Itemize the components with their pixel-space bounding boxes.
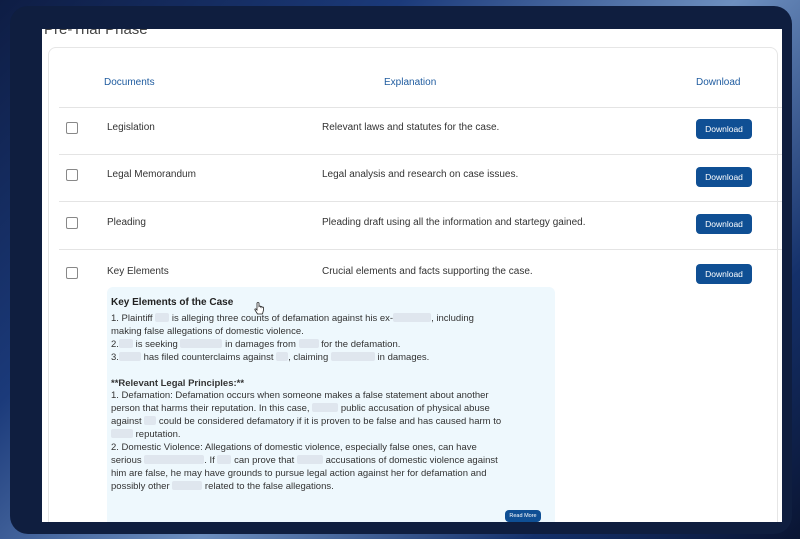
summary-line: 2. is seeking in damages from for the de… — [111, 338, 551, 352]
document-name: Legislation — [107, 122, 155, 133]
read-more-button[interactable]: Read More — [505, 510, 541, 522]
summary-line: making false allegations of domestic vio… — [111, 325, 304, 337]
summary-line: 3. has filed counterclaims against , cla… — [111, 351, 551, 365]
text: has filed counterclaims against — [143, 351, 274, 363]
summary-line: him are false, he may have grounds to pu… — [111, 467, 487, 479]
row-checkbox-key-elements[interactable] — [66, 267, 78, 279]
redacted-text — [144, 454, 205, 464]
text: , including — [431, 313, 474, 324]
text: 2. — [111, 338, 119, 350]
divider — [59, 107, 782, 108]
text: person that harms their reputation. In t… — [111, 403, 310, 415]
redacted-name — [312, 403, 339, 413]
column-header-documents: Documents — [104, 77, 155, 88]
text: serious — [111, 454, 142, 466]
redacted-name — [118, 351, 141, 361]
download-button-pleading[interactable]: Download — [696, 214, 752, 234]
documents-card: Documents Explanation Download Legislati… — [48, 47, 782, 522]
row-checkbox-legal-memorandum[interactable] — [66, 169, 78, 181]
redacted-amount — [330, 351, 375, 361]
document-explanation: Pleading draft using all the information… — [322, 217, 586, 228]
page: Pre-Trial Phase Documents Explanation Do… — [42, 29, 782, 522]
text: for the defamation. — [321, 338, 401, 350]
summary-line: serious . If can prove that accusations … — [111, 454, 551, 468]
document-name: Key Elements — [107, 266, 169, 277]
summary-line: 1. Plaintiff is alleging three counts of… — [111, 313, 551, 326]
text: , claiming — [288, 351, 329, 363]
download-button-legislation[interactable]: Download — [696, 119, 752, 139]
hand-cursor-icon — [254, 302, 264, 315]
text: accusations of domestic violence against — [325, 454, 498, 466]
divider — [59, 201, 782, 202]
text: is seeking — [135, 338, 178, 350]
redacted-name — [111, 429, 133, 439]
redacted-name — [217, 454, 232, 464]
download-button-legal-memorandum[interactable]: Download — [696, 167, 752, 187]
window-frame: Pre-Trial Phase Documents Explanation Do… — [10, 6, 792, 534]
redacted-name — [393, 313, 432, 322]
document-name: Legal Memorandum — [107, 169, 196, 180]
redacted-name — [298, 338, 319, 348]
text: is alleging three counts of defamation a… — [171, 313, 394, 324]
column-header-explanation: Explanation — [384, 77, 437, 88]
summary-line: against could be considered defamatory i… — [111, 416, 551, 429]
divider — [59, 249, 782, 250]
text: related to the false allegations. — [204, 480, 334, 492]
text: can prove that — [234, 454, 295, 466]
redacted-text — [172, 480, 203, 490]
redacted-name — [118, 338, 133, 348]
document-name: Pleading — [107, 217, 146, 228]
divider — [59, 154, 782, 155]
page-title: Pre-Trial Phase — [44, 29, 148, 38]
redacted-name — [144, 416, 157, 426]
document-explanation: Relevant laws and statutes for the case. — [322, 122, 500, 133]
summary-line: reputation. — [111, 429, 551, 442]
key-elements-summary-panel: Key Elements of the Case 1. Plaintiff is… — [107, 287, 555, 522]
text: possibly other — [111, 480, 170, 492]
text: . If — [204, 454, 215, 466]
summary-line: 2. Domestic Violence: Allegations of dom… — [111, 442, 477, 454]
redacted-name — [296, 454, 323, 464]
text: against — [111, 416, 142, 428]
row-checkbox-legislation[interactable] — [66, 122, 78, 134]
text: 1. Plaintiff — [111, 313, 153, 324]
download-button-key-elements[interactable]: Download — [696, 264, 752, 284]
principles-heading: **Relevant Legal Principles:** — [111, 377, 245, 389]
column-header-download: Download — [696, 77, 741, 88]
summary-text: 1. Plaintiff is alleging three counts of… — [111, 313, 551, 494]
text: could be considered defamatory if it is … — [158, 416, 502, 428]
redacted-amount — [180, 338, 223, 348]
summary-title: Key Elements of the Case — [111, 297, 234, 308]
summary-line: possibly other related to the false alle… — [111, 480, 551, 494]
document-explanation: Crucial elements and facts supporting th… — [322, 266, 533, 277]
document-explanation: Legal analysis and research on case issu… — [322, 169, 519, 180]
text: 3. — [111, 351, 119, 363]
text: in damages. — [377, 351, 430, 363]
text: in damages from — [225, 338, 296, 350]
redacted-name — [155, 313, 170, 322]
row-checkbox-pleading[interactable] — [66, 217, 78, 229]
summary-line: person that harms their reputation. In t… — [111, 403, 551, 416]
redacted-name — [276, 351, 289, 361]
text: public accusation of physical abuse — [340, 403, 490, 415]
summary-line: 1. Defamation: Defamation occurs when so… — [111, 390, 489, 402]
text: reputation. — [135, 429, 181, 441]
